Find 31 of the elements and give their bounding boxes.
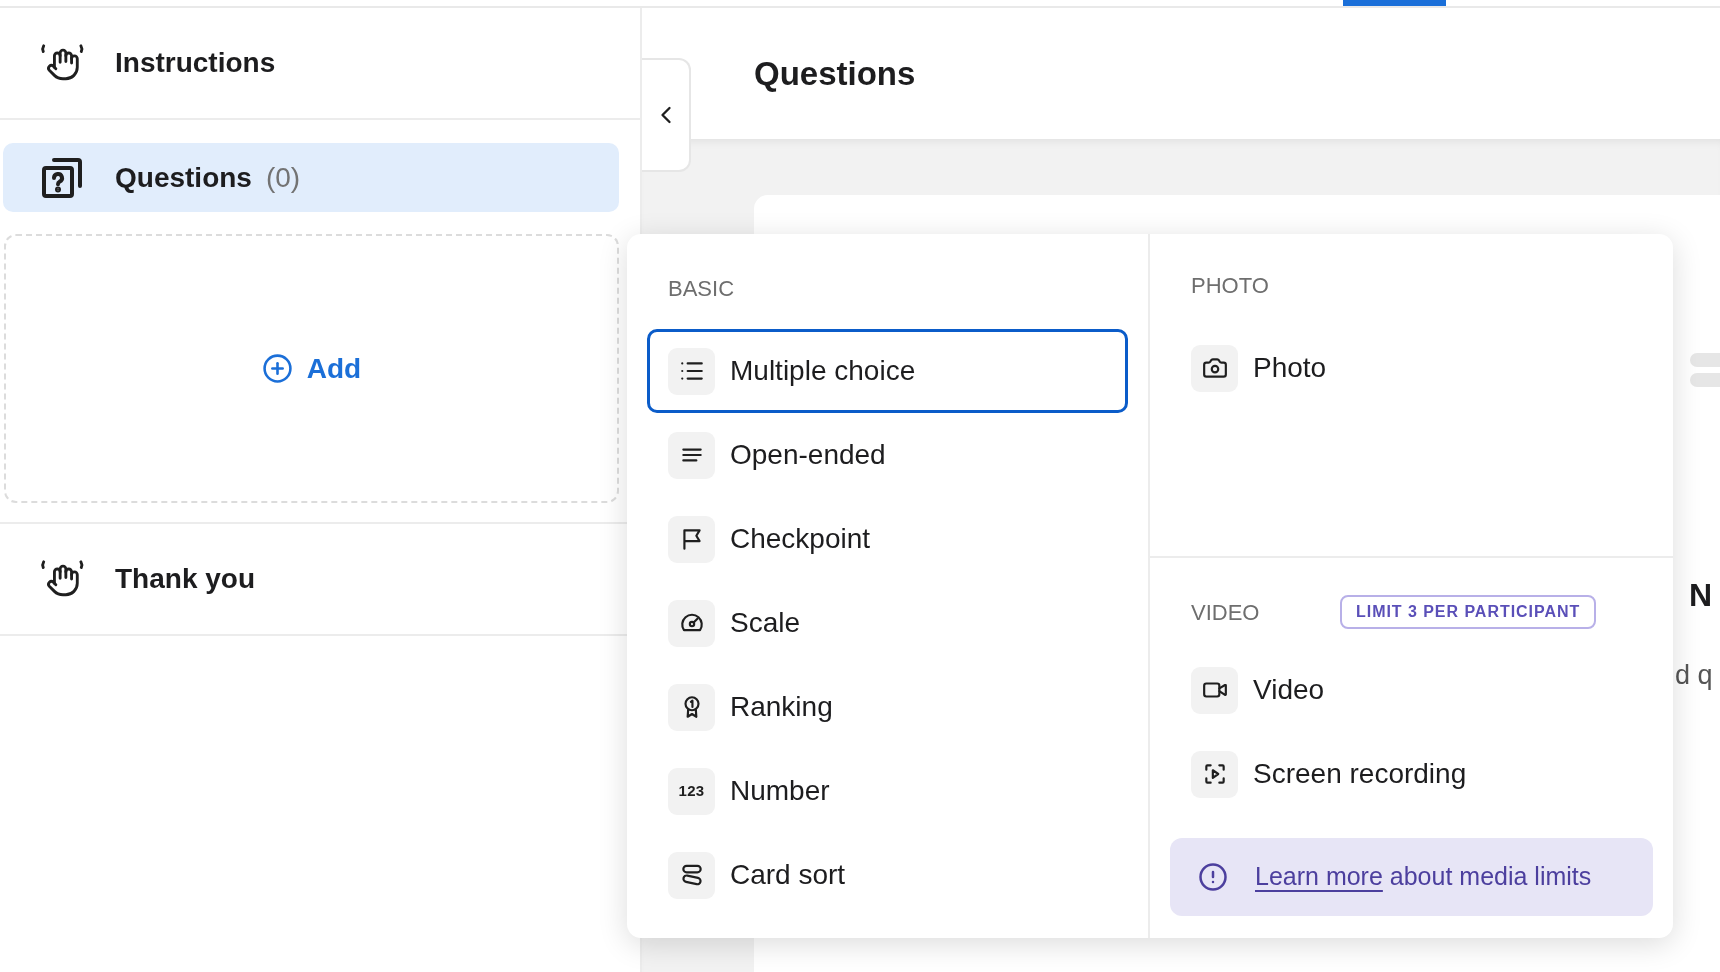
- add-button[interactable]: Add: [261, 347, 362, 390]
- section-title: VIDEO: [1191, 598, 1261, 627]
- stacked-cards-icon: [668, 851, 715, 899]
- waving-hand-icon: [40, 43, 86, 83]
- question-square-icon: [42, 157, 82, 198]
- card-heading: N: [1689, 576, 1713, 615]
- info-icon: [1198, 862, 1228, 892]
- placeholder-bar: [1690, 353, 1720, 367]
- text-lines-icon: [668, 431, 715, 479]
- plus-circle-icon: [261, 353, 293, 384]
- placeholder-bar: [1690, 373, 1720, 387]
- page-title: Questions: [754, 53, 916, 94]
- section-title: PHOTO: [1191, 271, 1270, 300]
- flag-icon: [668, 515, 715, 563]
- section-title: BASIC: [668, 274, 736, 303]
- number-icon: 123: [668, 767, 715, 815]
- screen-record-icon: [1191, 750, 1238, 798]
- question-type-option[interactable]: Multiple choice: [647, 329, 1128, 413]
- medal-icon: [668, 683, 715, 731]
- camera-icon: [1191, 344, 1238, 392]
- learn-more-link[interactable]: Learn more: [1255, 862, 1383, 891]
- video-camera-icon: [1191, 666, 1238, 714]
- question-count: (0): [265, 160, 301, 195]
- list-icon: [668, 347, 715, 395]
- gauge-icon: [668, 599, 715, 647]
- card-text: d q: [1675, 659, 1713, 692]
- sidebar-item[interactable]: Questions (0): [3, 143, 619, 212]
- collapse-button[interactable]: [642, 58, 691, 172]
- media-limits-note: Learn more about media limits: [1255, 861, 1592, 893]
- waving-hand-icon: [40, 559, 86, 599]
- limit-badge: LIMIT 3 PER PARTICIPANT: [1340, 595, 1597, 629]
